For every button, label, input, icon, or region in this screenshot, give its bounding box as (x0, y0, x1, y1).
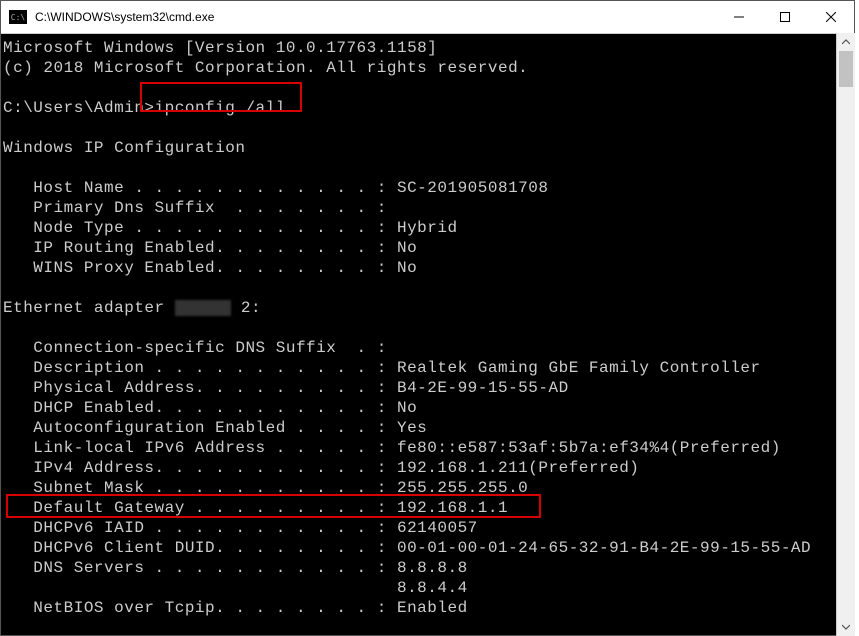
cmd-window: C:\ C:\WINDOWS\system32\cmd.exe Microsof… (0, 0, 855, 636)
adapter-header: Ethernet adapter 2: (3, 298, 852, 318)
netbios-line: NetBIOS over Tcpip. . . . . . . . : Enab… (3, 598, 852, 618)
autoconfig-line: Autoconfiguration Enabled . . . . : Yes (3, 418, 852, 438)
dhcp-enabled-line: DHCP Enabled. . . . . . . . . . . : No (3, 398, 852, 418)
scroll-up-button[interactable] (837, 33, 855, 51)
copyright-line: (c) 2018 Microsoft Corporation. All righ… (3, 58, 852, 78)
scrollbar-thumb[interactable] (839, 51, 853, 87)
hostname-line: Host Name . . . . . . . . . . . . : SC-2… (3, 178, 852, 198)
dhcpv6-iaid-line: DHCPv6 IAID . . . . . . . . . . . : 6214… (3, 518, 852, 538)
chevron-up-icon (842, 38, 850, 46)
version-line: Microsoft Windows [Version 10.0.17763.11… (3, 38, 852, 58)
window-title: C:\WINDOWS\system32\cmd.exe (35, 10, 716, 24)
node-type-line: Node Type . . . . . . . . . . . . : Hybr… (3, 218, 852, 238)
wins-proxy-line: WINS Proxy Enabled. . . . . . . . : No (3, 258, 852, 278)
subnet-mask-line: Subnet Mask . . . . . . . . . . . : 255.… (3, 478, 852, 498)
blank (3, 318, 852, 338)
section-header: Windows IP Configuration (3, 138, 852, 158)
vertical-scrollbar[interactable] (836, 33, 855, 636)
blank (3, 158, 852, 178)
default-gateway-line: Default Gateway . . . . . . . . . : 192.… (3, 498, 852, 518)
blank (3, 118, 852, 138)
prompt-line: C:\Users\Admin>ipconfig /all (3, 98, 852, 118)
maximize-icon (780, 12, 790, 22)
link-local-ipv6-line: Link-local IPv6 Address . . . . . : fe80… (3, 438, 852, 458)
blank (3, 78, 852, 98)
maximize-button[interactable] (762, 1, 808, 33)
redacted-adapter-name (175, 300, 231, 316)
scrollbar-track[interactable] (837, 51, 855, 618)
window-controls (716, 1, 854, 33)
titlebar[interactable]: C:\ C:\WINDOWS\system32\cmd.exe (1, 1, 854, 34)
scroll-down-button[interactable] (837, 618, 855, 636)
terminal-body[interactable]: Microsoft Windows [Version 10.0.17763.11… (1, 34, 854, 635)
conn-dns-suffix-line: Connection-specific DNS Suffix . : (3, 338, 852, 358)
close-button[interactable] (808, 1, 854, 33)
ip-routing-line: IP Routing Enabled. . . . . . . . : No (3, 238, 852, 258)
command: ipconfig /all (155, 99, 286, 117)
minimize-button[interactable] (716, 1, 762, 33)
blank (3, 278, 852, 298)
dhcpv6-duid-line: DHCPv6 Client DUID. . . . . . . . : 00-0… (3, 538, 852, 558)
dns-servers-line-2: 8.8.4.4 (3, 578, 852, 598)
physical-address-line: Physical Address. . . . . . . . . : B4-2… (3, 378, 852, 398)
close-icon (826, 12, 836, 22)
cmd-icon: C:\ (9, 10, 27, 24)
ipv4-address-line: IPv4 Address. . . . . . . . . . . : 192.… (3, 458, 852, 478)
chevron-down-icon (842, 623, 850, 631)
prompt: C:\Users\Admin> (3, 99, 155, 117)
description-line: Description . . . . . . . . . . . : Real… (3, 358, 852, 378)
minimize-icon (734, 12, 744, 22)
dns-servers-line: DNS Servers . . . . . . . . . . . : 8.8.… (3, 558, 852, 578)
dns-suffix-line: Primary Dns Suffix . . . . . . . : (3, 198, 852, 218)
